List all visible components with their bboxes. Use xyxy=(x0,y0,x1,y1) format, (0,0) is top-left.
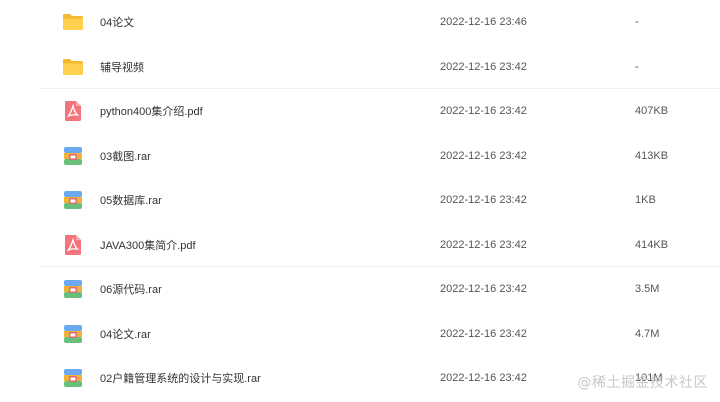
file-size: - xyxy=(635,16,639,29)
file-modified-date: 2022-12-16 23:42 xyxy=(440,238,527,251)
file-row[interactable]: 辅导视频 2022-12-16 23:42 - xyxy=(0,45,720,90)
file-name[interactable]: python400集介绍.pdf xyxy=(100,103,203,119)
file-modified-date: 2022-12-16 23:42 xyxy=(440,149,527,162)
file-size: 1KB xyxy=(635,194,656,207)
archive-file-icon xyxy=(62,189,84,211)
file-size: 407KB xyxy=(635,105,669,118)
file-name[interactable]: 05数据库.rar xyxy=(100,192,162,208)
file-size: 413KB xyxy=(635,149,669,162)
file-name[interactable]: 04论文.rar xyxy=(100,326,151,342)
pdf-file-icon xyxy=(62,234,84,256)
file-name[interactable]: JAVA300集简介.pdf xyxy=(100,237,196,253)
file-row[interactable]: 04论文.rar 2022-12-16 23:42 4.7M xyxy=(0,312,720,357)
file-row[interactable]: 03截图.rar 2022-12-16 23:42 413KB xyxy=(0,134,720,179)
file-name[interactable]: 06源代码.rar xyxy=(100,281,162,297)
file-modified-date: 2022-12-16 23:42 xyxy=(440,105,527,118)
folder-icon xyxy=(62,11,84,33)
file-modified-date: 2022-12-16 23:42 xyxy=(440,327,527,340)
file-size: 414KB xyxy=(635,238,669,251)
folder-icon xyxy=(62,56,84,78)
file-name[interactable]: 03截图.rar xyxy=(100,148,151,164)
archive-file-icon xyxy=(62,367,84,389)
archive-file-icon xyxy=(62,323,84,345)
file-row[interactable]: 04论文 2022-12-16 23:46 - xyxy=(0,0,720,45)
file-size: - xyxy=(635,60,639,73)
file-modified-date: 2022-12-16 23:46 xyxy=(440,16,527,29)
file-name[interactable]: 辅导视频 xyxy=(100,59,144,75)
watermark: @稀土掘金技术社区 xyxy=(577,375,708,391)
file-row[interactable]: 06源代码.rar 2022-12-16 23:42 3.5M xyxy=(0,267,720,312)
file-modified-date: 2022-12-16 23:42 xyxy=(440,372,527,385)
file-size: 4.7M xyxy=(635,327,660,340)
file-row[interactable]: JAVA300集简介.pdf 2022-12-16 23:42 414KB xyxy=(0,223,720,268)
file-row[interactable]: python400集介绍.pdf 2022-12-16 23:42 407KB xyxy=(0,89,720,134)
archive-file-icon xyxy=(62,278,84,300)
file-size: 3.5M xyxy=(635,283,660,296)
archive-file-icon xyxy=(62,145,84,167)
file-row[interactable]: 05数据库.rar 2022-12-16 23:42 1KB xyxy=(0,178,720,223)
file-modified-date: 2022-12-16 23:42 xyxy=(440,194,527,207)
file-modified-date: 2022-12-16 23:42 xyxy=(440,283,527,296)
file-list: 04论文 2022-12-16 23:46 - 辅导视频 2022-12-16 … xyxy=(0,0,720,401)
file-name[interactable]: 02户籍管理系统的设计与实现.rar xyxy=(100,370,261,386)
file-name[interactable]: 04论文 xyxy=(100,14,134,30)
pdf-file-icon xyxy=(62,100,84,122)
file-modified-date: 2022-12-16 23:42 xyxy=(440,60,527,73)
